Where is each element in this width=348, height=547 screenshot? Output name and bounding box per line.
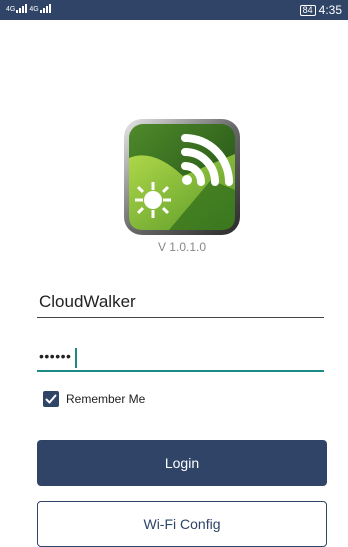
status-right: 84 4:35 bbox=[299, 3, 342, 17]
password-underline bbox=[37, 370, 324, 372]
network-type-label-1: 4G bbox=[6, 6, 16, 13]
wifi-config-button[interactable]: Wi-Fi Config bbox=[37, 501, 327, 547]
app-version: V 1.0.1.0 bbox=[157, 240, 207, 254]
wifi-sun-logo-icon bbox=[124, 119, 240, 235]
clock: 4:35 bbox=[318, 3, 342, 17]
username-field[interactable]: CloudWalker bbox=[37, 290, 324, 318]
remember-me[interactable]: Remember Me bbox=[43, 391, 145, 407]
username-underline bbox=[37, 317, 324, 318]
status-bar: 4G 4G 84 4:35 bbox=[0, 0, 348, 20]
signal-icon bbox=[16, 3, 28, 13]
remember-me-checkbox[interactable] bbox=[43, 391, 59, 407]
login-button[interactable]: Login bbox=[37, 440, 327, 486]
signal-icon-2 bbox=[39, 3, 51, 13]
signal-group: 4G 4G bbox=[6, 3, 51, 13]
network-type-label-2: 4G bbox=[29, 6, 39, 13]
remember-me-label: Remember Me bbox=[66, 392, 146, 406]
password-field[interactable]: •••••• bbox=[37, 344, 324, 372]
password-value: •••••• bbox=[39, 348, 72, 364]
username-value: CloudWalker bbox=[39, 292, 136, 311]
check-icon bbox=[45, 394, 57, 404]
text-cursor bbox=[75, 348, 77, 368]
battery-icon: 84 bbox=[299, 4, 316, 16]
